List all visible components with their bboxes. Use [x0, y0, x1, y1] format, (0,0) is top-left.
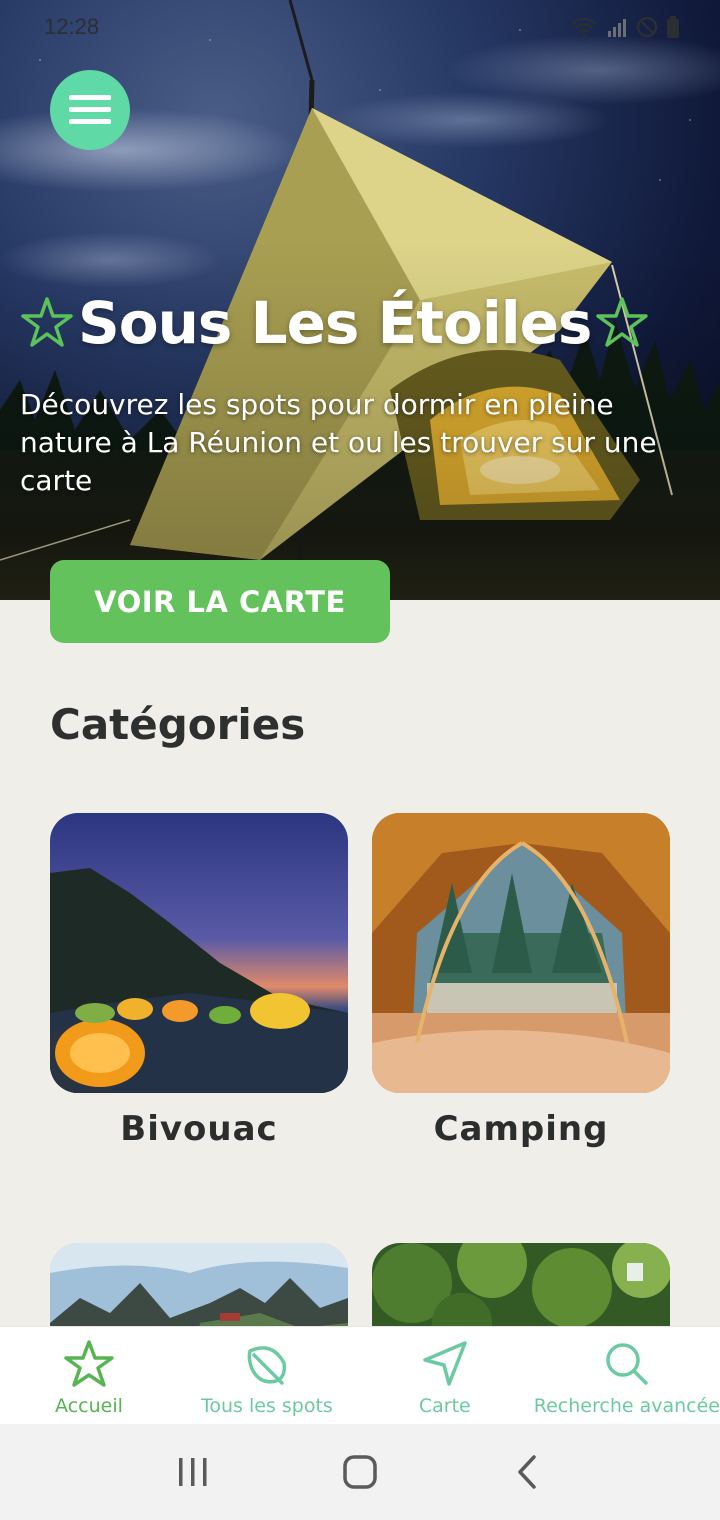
battery-icon — [667, 16, 679, 38]
nav-map[interactable]: Carte — [356, 1327, 534, 1424]
nav-advanced-search[interactable]: Recherche avancée — [534, 1327, 720, 1424]
category-bivouac[interactable]: Bivouac — [50, 813, 348, 1149]
nav-advanced-search-label: Recherche avancée — [533, 1395, 720, 1417]
system-navigation-bar — [0, 1424, 720, 1520]
recent-apps-icon — [179, 1458, 207, 1486]
hero-subtitle: Découvrez les spots pour dormir en plein… — [20, 388, 657, 497]
star-right-icon — [596, 297, 649, 347]
back-arrow-icon — [517, 1455, 536, 1489]
search-icon — [606, 1343, 648, 1385]
navigation-arrow-icon — [423, 1341, 467, 1386]
star-left-icon — [21, 297, 73, 347]
leaf-icon — [247, 1346, 286, 1385]
do-not-disturb-icon — [636, 16, 658, 38]
category-label: Bivouac — [120, 1109, 278, 1149]
hero-title-row: Sous Les Étoiles — [20, 278, 700, 368]
wifi-icon — [571, 17, 597, 37]
nav-map-label: Carte — [418, 1395, 471, 1417]
status-icons — [570, 16, 680, 38]
recent-apps-button[interactable] — [163, 1442, 223, 1502]
signal-icon — [608, 19, 626, 37]
nav-all-spots-label: Tous les spots — [200, 1395, 333, 1417]
home-icon — [343, 1455, 377, 1489]
hamburger-menu-icon — [69, 95, 111, 124]
bottom-navigation: Accueil Tous les spots Carte Recherche a… — [0, 1326, 720, 1424]
menu-button[interactable] — [50, 70, 130, 150]
nav-home-label: Accueil — [55, 1395, 123, 1417]
nav-all-spots[interactable]: Tous les spots — [178, 1327, 356, 1424]
star-icon — [64, 1340, 114, 1387]
nav-home[interactable]: Accueil — [0, 1327, 178, 1424]
category-bivouac-image — [50, 813, 348, 1093]
home-button[interactable] — [330, 1442, 390, 1502]
status-time: 12:28 — [44, 14, 100, 39]
back-button[interactable] — [497, 1442, 557, 1502]
category-camping-image — [372, 813, 670, 1093]
categories-heading: Catégories — [50, 700, 306, 749]
category-camping[interactable]: Camping — [372, 813, 670, 1149]
hero-title: Sous Les Étoiles — [78, 289, 592, 357]
see-map-button[interactable]: VOIR LA CARTE — [50, 560, 390, 643]
category-label: Camping — [433, 1109, 609, 1149]
